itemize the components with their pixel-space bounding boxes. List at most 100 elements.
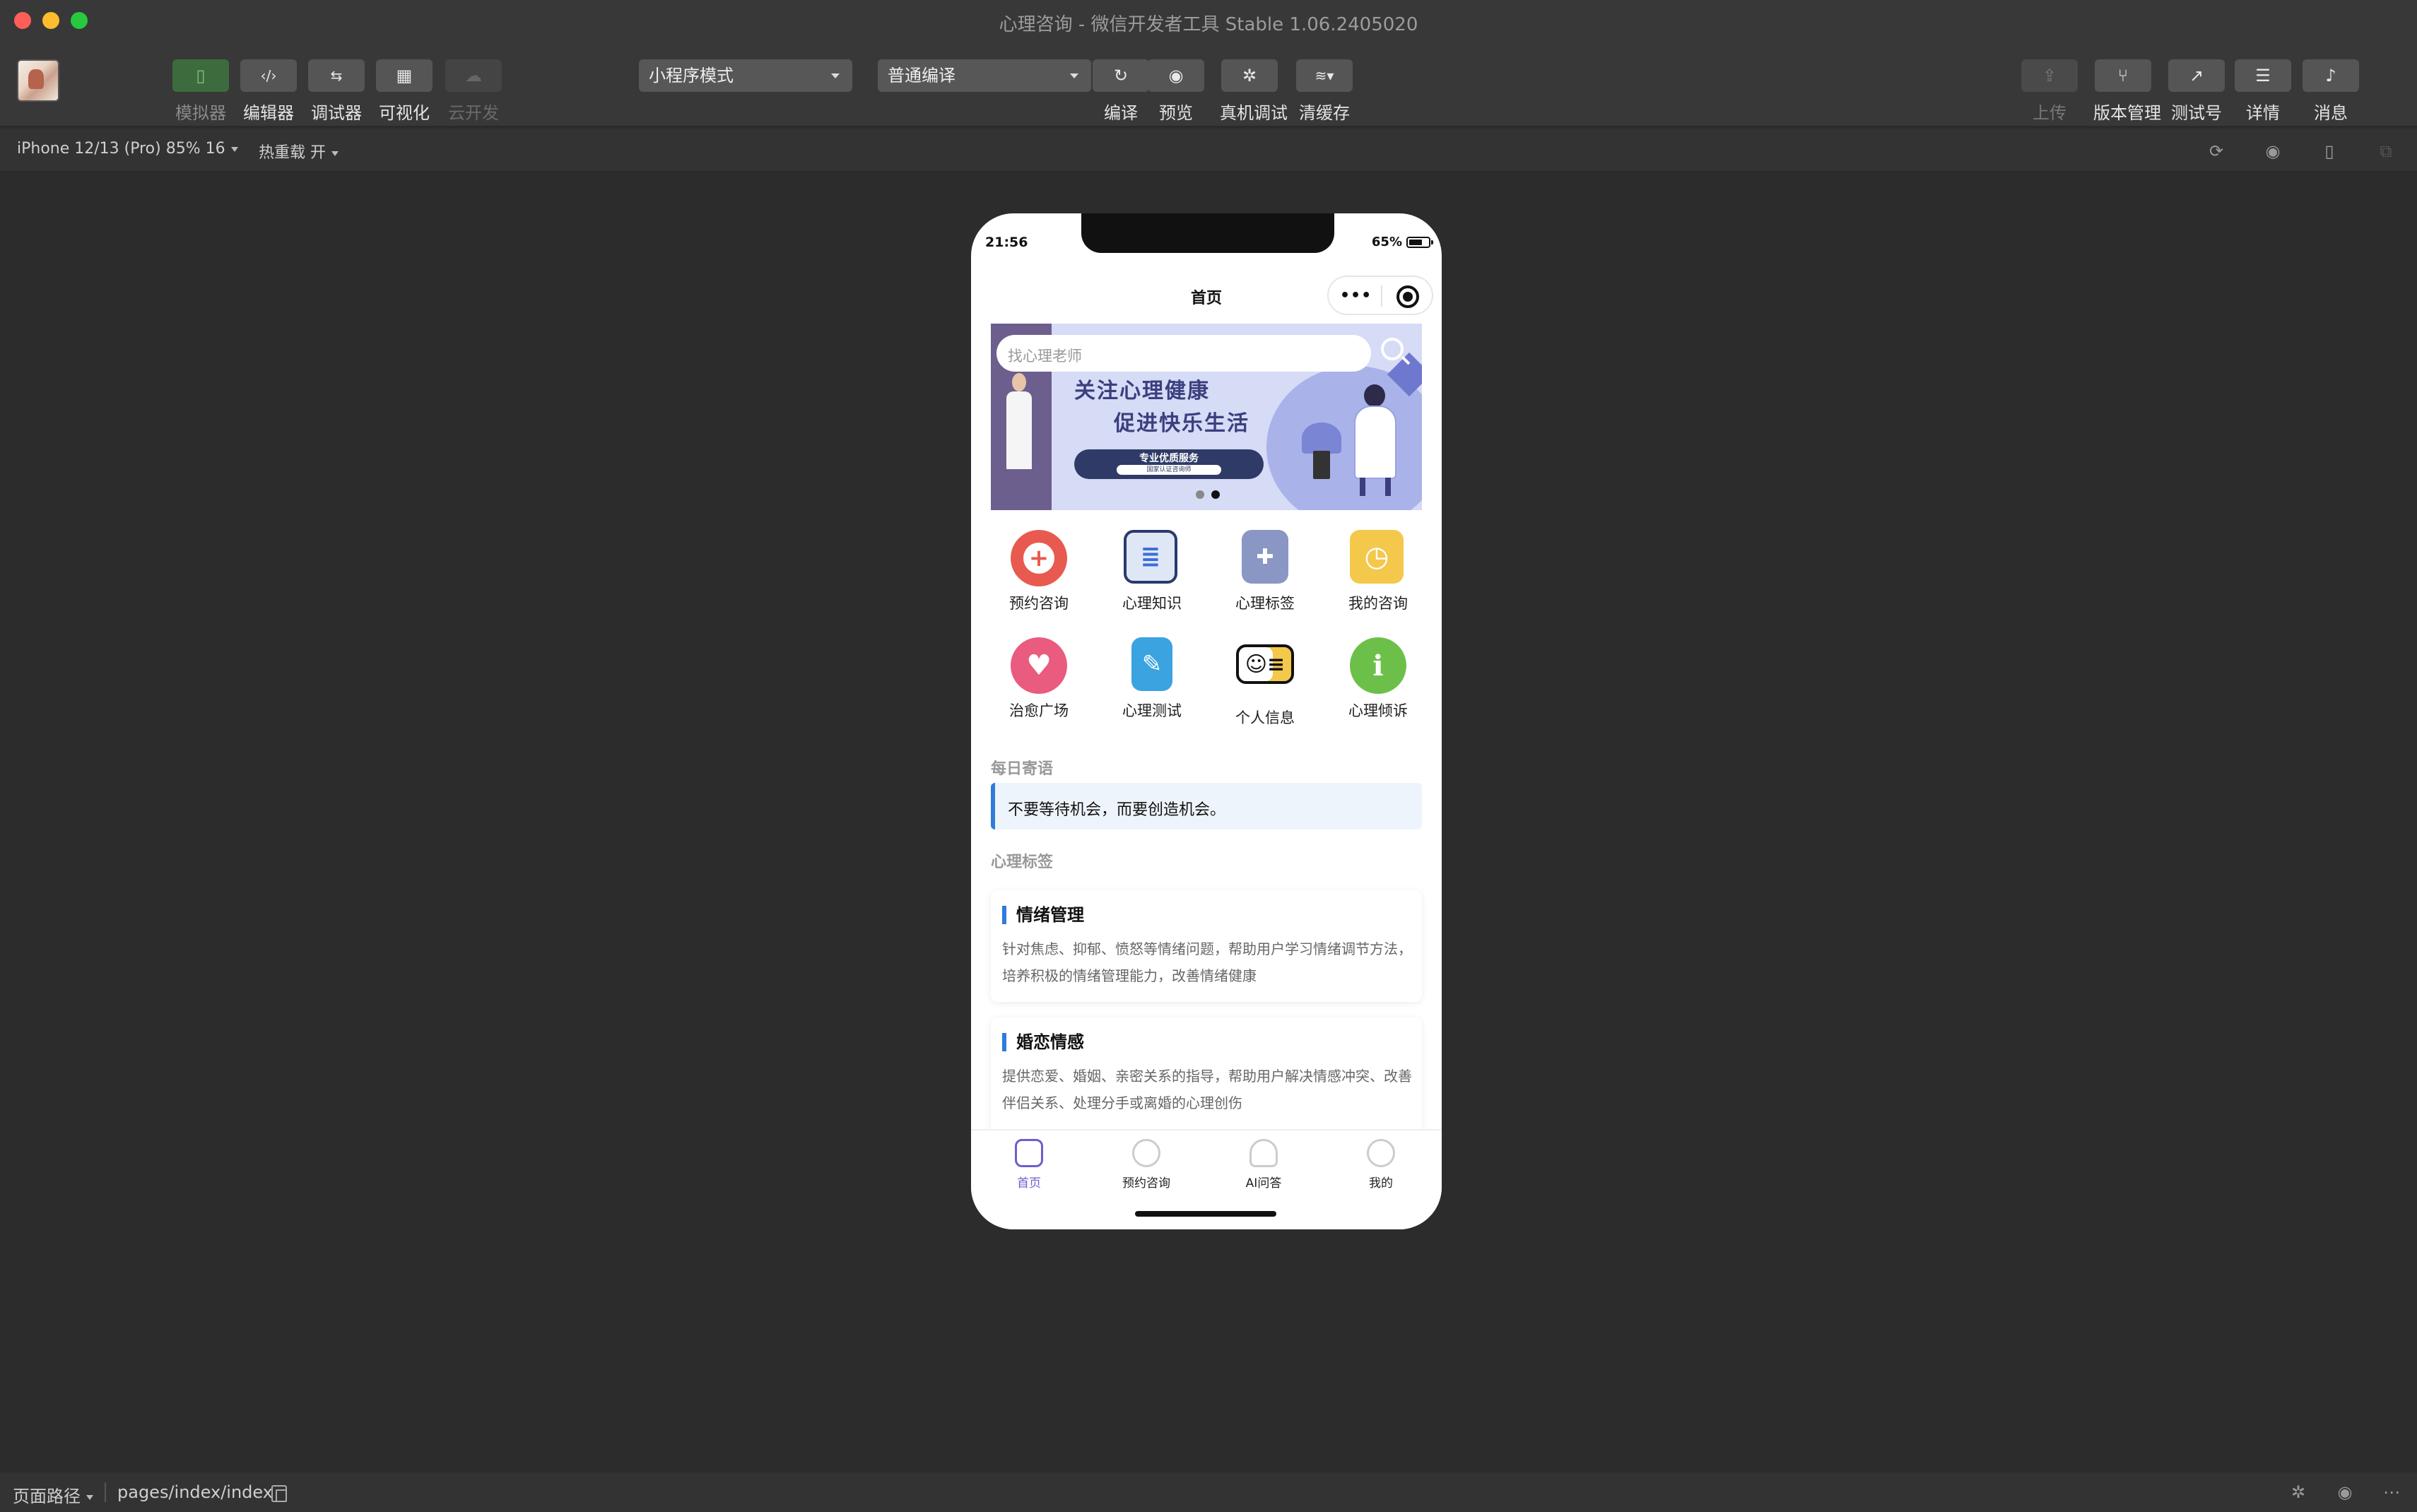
cloud-icon: ☁	[465, 66, 482, 85]
page-path-select[interactable]: 页面路径	[13, 1482, 93, 1507]
compile-select[interactable]: 普通编译	[878, 59, 1091, 92]
device-select-value: iPhone 12/13 (Pro) 85% 16	[17, 140, 225, 158]
id-card-icon: ☺≡	[1236, 644, 1294, 684]
daily-quote-text: 不要等待机会，而要创造机会。	[1008, 801, 1226, 819]
tag-card[interactable]: 婚恋情感 提供恋爱、婚姻、亲密关系的指导，帮助用户解决情感冲突、改善伴侣关系、处…	[991, 1017, 1422, 1138]
clear-cache-button[interactable]: ≋▾ 清缓存	[1295, 59, 1354, 124]
details-button[interactable]: ☰ 详情	[2233, 59, 2293, 124]
info-icon: i	[1350, 637, 1406, 694]
rotate-icon[interactable]: ⟳	[2206, 141, 2226, 161]
banner-swiper[interactable]: 关注心理健康 促进快乐生活 专业优质服务 国家认证咨询师 找心理老师	[991, 324, 1422, 510]
tab-consult[interactable]: 预约咨询	[1104, 1139, 1189, 1191]
page-path-value: pages/index/index	[117, 1482, 273, 1502]
compile-label: 编译	[1104, 103, 1138, 123]
tag-card[interactable]: 情绪管理 针对焦虑、抑郁、愤怒等情绪问题，帮助用户学习情绪调节方法，培养积极的情…	[991, 890, 1422, 1002]
cloud-dev-button[interactable]: ☁ 云开发	[444, 59, 503, 124]
remote-debug-label: 真机调试	[1220, 103, 1288, 123]
test-account-button[interactable]: ↗ 测试号	[2167, 59, 2226, 124]
preview-label: 预览	[1159, 103, 1193, 123]
close-miniprogram-icon[interactable]	[1396, 285, 1419, 308]
grid-item-label: 心理标签	[1235, 595, 1295, 612]
grid-item-profile[interactable]: ☺≡ 个人信息	[1208, 637, 1322, 728]
window-title: 心理咨询 - 微信开发者工具 Stable 1.06.2405020	[999, 14, 1418, 35]
phone-icon: ▯	[196, 66, 206, 85]
code-icon: ‹/›	[260, 67, 277, 84]
bug-icon[interactable]: ✲	[2288, 1482, 2308, 1502]
grid-item-appointment[interactable]: + 预约咨询	[982, 530, 1095, 613]
tag-card-title: 婚恋情感	[1002, 1033, 1084, 1051]
upload-button[interactable]: ⇪ 上传	[2020, 59, 2079, 124]
battery-percent: 65%	[1371, 235, 1402, 249]
project-avatar[interactable]	[17, 59, 59, 102]
preview-button[interactable]: ◉ 预览	[1146, 59, 1206, 124]
tab-mine[interactable]: 我的	[1339, 1139, 1423, 1191]
daily-section-title: 每日寄语	[991, 760, 1054, 778]
record-icon[interactable]: ◉	[2263, 141, 2283, 161]
refresh-icon: ↻	[1113, 66, 1129, 85]
chevron-down-icon	[331, 150, 339, 156]
eye-icon: ◉	[1168, 66, 1184, 85]
grid-item-my-consult[interactable]: ◷ 我的咨询	[1322, 530, 1435, 613]
simulator-button[interactable]: ▯ 模拟器	[171, 59, 230, 124]
indicator-dot[interactable]	[1196, 490, 1204, 499]
tags-section-title: 心理标签	[991, 854, 1054, 871]
consult-icon	[1132, 1139, 1160, 1167]
visual-label: 可视化	[379, 103, 430, 123]
home-icon	[1015, 1139, 1043, 1167]
messages-button[interactable]: ♪ 消息	[2301, 59, 2360, 124]
indicator-dot-active[interactable]	[1211, 490, 1220, 499]
external-link-icon: ↗	[2189, 66, 2204, 85]
cloud-dev-label: 云开发	[448, 103, 499, 123]
grid-item-healing-square[interactable]: ♥ 治愈广场	[982, 637, 1095, 721]
more-icon[interactable]: •••	[1340, 287, 1372, 305]
plant-pot-illustration	[1313, 451, 1330, 479]
search-icon[interactable]	[1381, 338, 1404, 360]
debugger-button[interactable]: ⇆ 调试器	[307, 59, 366, 124]
grid-item-label: 心理倾诉	[1348, 702, 1408, 719]
grid-item-test[interactable]: ✎ 心理测试	[1095, 637, 1208, 721]
grid-item-label: 我的咨询	[1348, 595, 1408, 612]
grid-item-label: 心理知识	[1122, 595, 1182, 612]
tab-ai[interactable]: AI问答	[1221, 1139, 1306, 1191]
upload-label: 上传	[2033, 103, 2066, 123]
appointment-icon: +	[1011, 530, 1067, 586]
search-input[interactable]: 找心理老师	[996, 335, 1371, 372]
heart-icon: ♥	[1011, 637, 1067, 694]
editor-button[interactable]: ‹/› 编辑器	[239, 59, 298, 124]
version-control-button[interactable]: ⑂ 版本管理	[2093, 59, 2161, 124]
hot-reload-value: 热重载 开	[259, 144, 326, 162]
tag-card-desc: 针对焦虑、抑郁、愤怒等情绪问题，帮助用户学习情绪调节方法，培养积极的情绪管理能力…	[1002, 940, 1412, 984]
branch-icon: ⑂	[2117, 66, 2129, 85]
phone-notch	[1081, 213, 1334, 253]
grid-item-label: 心理测试	[1122, 702, 1182, 719]
remote-debug-button[interactable]: ✲ 真机调试	[1220, 59, 1288, 124]
banner-headline-2: 促进快乐生活	[1114, 411, 1249, 436]
device-icon[interactable]: ▯	[2319, 141, 2339, 161]
popout-icon[interactable]: ⧉	[2376, 141, 2396, 161]
hot-reload-toggle[interactable]: 热重载 开	[259, 140, 339, 163]
details-label: 详情	[2246, 103, 2280, 123]
grid-item-confide[interactable]: i 心理倾诉	[1322, 637, 1435, 721]
grid-item-knowledge[interactable]: ≣ 心理知识	[1095, 530, 1208, 613]
ai-icon	[1249, 1139, 1278, 1167]
test-report-icon: ✎	[1131, 637, 1172, 691]
eye-icon[interactable]: ◉	[2335, 1482, 2355, 1502]
compile-button[interactable]: ↻ 编译	[1091, 59, 1151, 124]
visual-button[interactable]: ▦ 可视化	[375, 59, 434, 124]
capsule-divider	[1381, 285, 1382, 307]
grid-item-tags[interactable]: ✚ 心理标签	[1208, 530, 1322, 613]
bottom-status-bar: 页面路径 pages/index/index ✲ ◉ ⋯	[0, 1471, 2417, 1512]
tab-home[interactable]: 首页	[987, 1139, 1071, 1191]
newspaper-icon: ≣	[1124, 530, 1177, 584]
device-select[interactable]: iPhone 12/13 (Pro) 85% 16	[17, 140, 238, 158]
page-path-label: 页面路径	[13, 1487, 81, 1506]
bell-icon: ♪	[2325, 66, 2336, 85]
tab-label: 我的	[1369, 1176, 1393, 1191]
chevron-down-icon	[86, 1494, 93, 1500]
mode-select[interactable]: 小程序模式	[639, 59, 852, 92]
copy-icon[interactable]	[271, 1485, 287, 1502]
more-icon[interactable]: ⋯	[2382, 1482, 2401, 1502]
banner-pill: 专业优质服务 国家认证咨询师	[1074, 449, 1264, 479]
editor-label: 编辑器	[243, 103, 294, 123]
chevron-down-icon	[831, 73, 840, 78]
